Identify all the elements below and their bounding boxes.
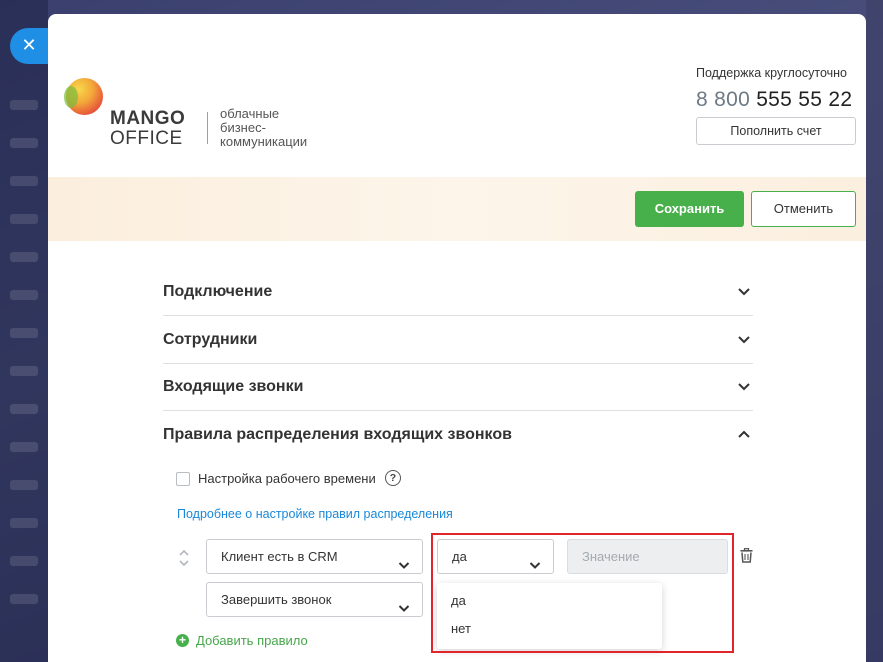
section-title: Сотрудники [163,331,258,348]
background-item [10,556,38,566]
action-select[interactable]: Завершить звонок [206,582,423,617]
chevron-down-icon [737,379,751,393]
logo-brand-office: OFFICE [110,128,183,149]
section-incoming-calls[interactable]: Входящие звонки [163,363,753,411]
support-phone: 8 800 555 55 22 [696,88,852,112]
background-sidebar [0,0,48,662]
background-item [10,138,38,148]
chevron-down-icon [737,332,751,346]
tagline-line: облачные [220,106,280,121]
background-item [10,214,38,224]
background-item [10,594,38,604]
section-title: Подключение [163,283,273,300]
section-employees[interactable]: Сотрудники [163,316,753,364]
background-item [10,328,38,338]
save-button[interactable]: Сохранить [635,191,744,227]
add-icon[interactable]: + [176,634,189,647]
background-right-panel [866,0,883,662]
phone-code: 8 800 [696,88,751,111]
chevron-down-icon [398,550,410,583]
section-title: Правила распределения входящих звонков [163,426,512,443]
background-item [10,252,38,262]
section-connection[interactable]: Подключение [163,268,753,316]
background-item [10,366,38,376]
action-select-value: Завершить звонок [221,592,332,607]
help-icon[interactable]: ? [385,470,401,486]
chevron-up-icon [737,427,751,441]
working-hours-checkbox[interactable] [176,472,190,486]
tagline-line: бизнес- [220,120,266,135]
trash-icon[interactable] [740,547,753,563]
background-item [10,100,38,110]
logo-divider [207,112,208,144]
highlight-annotation-box [431,533,734,653]
phone-number: 555 55 22 [756,88,853,111]
background-item [10,290,38,300]
condition-select[interactable]: Клиент есть в CRM [206,539,423,574]
add-rule-link[interactable]: Добавить правило [196,633,308,648]
close-modal-button[interactable]: ✕ [10,28,48,64]
topup-button[interactable]: Пополнить счет [696,117,856,145]
background-item [10,518,38,528]
background-item [10,176,38,186]
chevron-down-icon [737,284,751,298]
working-hours-label: Настройка рабочего времени [198,471,376,486]
logo-tagline: облачные бизнес- коммуникации [220,107,307,149]
background-item [10,404,38,414]
drag-handle-icon[interactable] [178,548,190,568]
section-distribution-rules[interactable]: Правила распределения входящих звонков [163,411,753,459]
background-item [10,480,38,490]
distribution-help-link[interactable]: Подробнее о настройке правил распределен… [177,507,453,521]
condition-select-value: Клиент есть в CRM [221,549,338,564]
chevron-down-icon [398,593,410,626]
close-icon: ✕ [21,35,37,56]
mango-logo-icon [64,78,103,115]
support-label: Поддержка круглосуточно [696,66,848,80]
settings-modal: MANGO OFFICE облачные бизнес- коммуникац… [48,14,866,662]
tagline-line: коммуникации [220,134,308,149]
background-item [10,442,38,452]
section-title: Входящие звонки [163,378,304,395]
logo-brand: MANGO [110,108,186,129]
cancel-button[interactable]: Отменить [751,191,856,227]
